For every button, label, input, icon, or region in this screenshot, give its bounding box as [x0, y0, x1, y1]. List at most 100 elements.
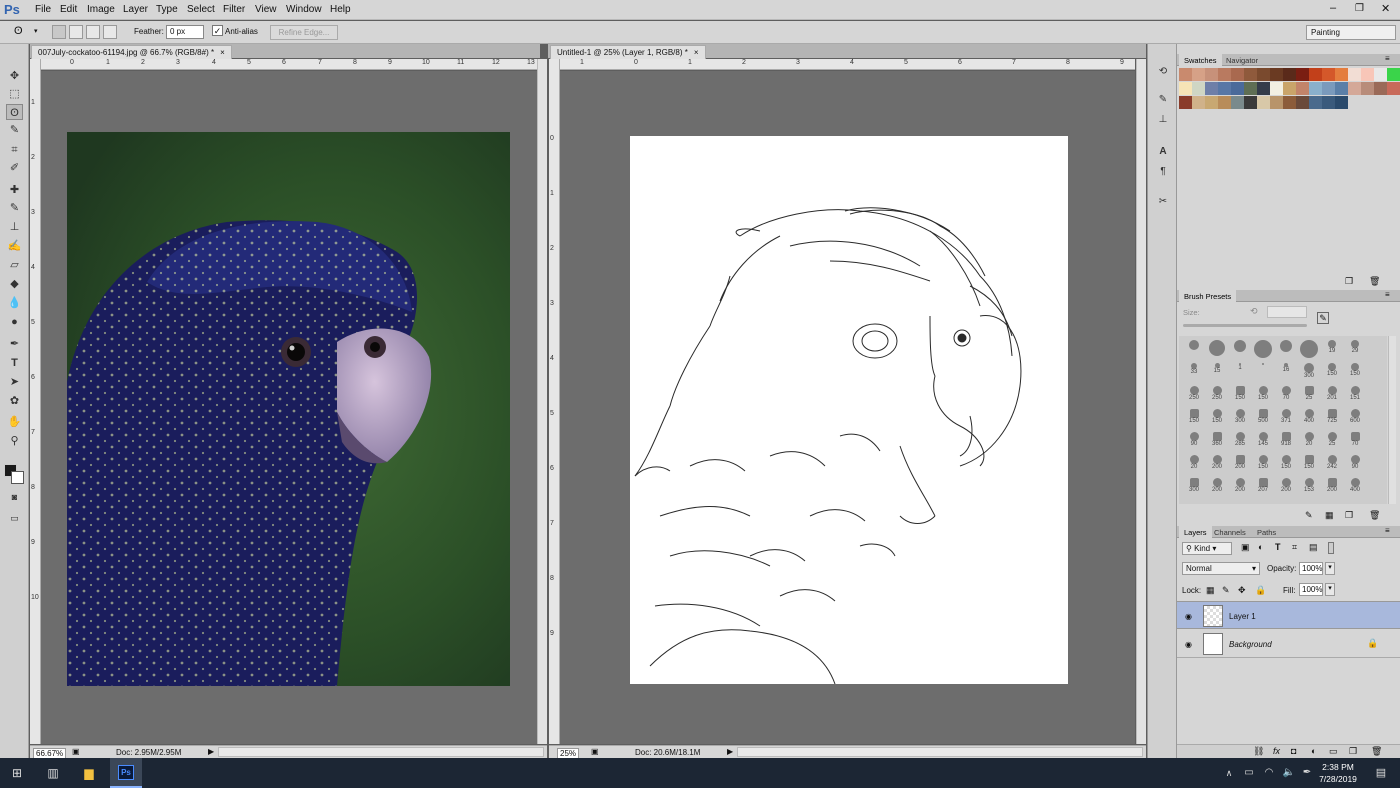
lasso-tool-icon[interactable]: ʘ	[6, 104, 23, 120]
color-swatch[interactable]	[1348, 82, 1361, 95]
color-swatch[interactable]	[1179, 68, 1192, 81]
brush-preset[interactable]: 371	[1275, 408, 1297, 431]
brush-preset[interactable]	[1229, 339, 1251, 362]
new-layer-icon[interactable]: ❐	[1349, 746, 1357, 757]
task-view-icon[interactable]: ▥	[44, 765, 62, 781]
quick-select-tool-icon[interactable]: ✎	[6, 122, 23, 138]
brush-preset[interactable]: 33	[1183, 362, 1205, 385]
lock-transparent-icon[interactable]: ▦	[1206, 585, 1215, 596]
color-swatch[interactable]	[1309, 68, 1322, 81]
clone-stamp-icon[interactable]: ⊥	[6, 219, 23, 235]
cockatoo-photo[interactable]	[67, 132, 510, 686]
doc1-horizontal-scrollbar[interactable]	[218, 747, 544, 757]
brush-preset[interactable]: 150	[1252, 385, 1274, 408]
opacity-input[interactable]: 100%	[1299, 562, 1323, 575]
brush-preset[interactable]	[1252, 339, 1274, 362]
brush-preset[interactable]: 600	[1344, 408, 1366, 431]
panel-menu-icon[interactable]: ≡	[1385, 290, 1390, 299]
battery-icon[interactable]: ▭	[1240, 765, 1258, 781]
brush-preset[interactable]: 150	[1298, 454, 1320, 477]
color-swatch[interactable]	[1270, 82, 1283, 95]
tab-layers[interactable]: Layers	[1179, 526, 1212, 538]
brush-grid-icon[interactable]: ▦	[1325, 510, 1334, 521]
fill-input[interactable]: 100%	[1299, 583, 1323, 596]
adjustment-layer-icon[interactable]: ◐	[1311, 746, 1316, 756]
history-brush-icon[interactable]: ✍	[6, 238, 23, 254]
color-swatch[interactable]	[1335, 96, 1348, 109]
new-swatch-icon[interactable]: ❐	[1345, 276, 1353, 287]
filter-adjustment-icon[interactable]: ◐	[1258, 542, 1263, 552]
brush-preset[interactable]	[1252, 362, 1274, 385]
tab-paths[interactable]: Paths	[1252, 526, 1281, 538]
brush-preset[interactable]	[1298, 339, 1320, 362]
fill-dropdown-icon[interactable]: ▾	[1325, 583, 1335, 596]
brush-preset[interactable]: 150	[1252, 454, 1274, 477]
menu-select[interactable]: Select	[187, 4, 215, 15]
menu-file[interactable]: File	[35, 4, 51, 15]
color-swatch[interactable]	[1218, 68, 1231, 81]
color-swatch[interactable]	[1257, 82, 1270, 95]
color-swatch[interactable]	[1361, 82, 1374, 95]
brush-preset[interactable]: 207	[1252, 477, 1274, 500]
color-swatch[interactable]	[1348, 68, 1361, 81]
color-swatch[interactable]	[1231, 96, 1244, 109]
tab-channels[interactable]: Channels	[1209, 526, 1251, 538]
brush-preset-scrollbar[interactable]	[1388, 336, 1396, 504]
color-swatch[interactable]	[1309, 82, 1322, 95]
brush-preset[interactable]: 300	[1229, 408, 1251, 431]
new-group-icon[interactable]: ▭	[1329, 746, 1338, 757]
lock-position-icon[interactable]: ✥	[1238, 585, 1246, 596]
color-swatch[interactable]	[1270, 68, 1283, 81]
color-swatch[interactable]	[1296, 82, 1309, 95]
screen-mode-icon[interactable]: ▭	[6, 510, 23, 526]
doc1-status-arrow-icon[interactable]: ▶	[208, 747, 214, 756]
brush-preset[interactable]: 360	[1206, 431, 1228, 454]
color-swatch[interactable]	[1296, 96, 1309, 109]
brush-preset[interactable]: 1	[1229, 362, 1251, 385]
brush-preset[interactable]: 20	[1298, 431, 1320, 454]
chevron-down-icon[interactable]: ▾	[34, 27, 38, 35]
brush-preset[interactable]: 242	[1321, 454, 1343, 477]
brush-preset[interactable]: 153	[1298, 477, 1320, 500]
panel-menu-icon[interactable]: ≡	[1385, 54, 1390, 63]
brush-preset[interactable]: 150	[1321, 362, 1343, 385]
brush-preset[interactable]: 25	[1321, 431, 1343, 454]
brush-preset[interactable]: 200	[1206, 477, 1228, 500]
brush-preset[interactable]: 725	[1321, 408, 1343, 431]
color-swatch[interactable]	[1205, 96, 1218, 109]
color-swatch[interactable]	[1335, 68, 1348, 81]
color-swatch[interactable]	[1244, 96, 1257, 109]
color-swatch[interactable]	[1179, 82, 1192, 95]
color-swatch[interactable]	[1283, 68, 1296, 81]
brush-preset[interactable]: 200	[1229, 477, 1251, 500]
new-brush-icon[interactable]: ❐	[1345, 510, 1353, 521]
history-panel-icon[interactable]: ⟲	[1154, 64, 1172, 80]
photoshop-taskbar-button[interactable]: Ps	[110, 758, 142, 788]
close-window-icon[interactable]: ✕	[1381, 2, 1390, 15]
filter-type-icon[interactable]: T	[1275, 542, 1281, 552]
dodge-tool-icon[interactable]: ●	[6, 314, 23, 330]
clone-source-icon[interactable]: ⊥	[1154, 112, 1172, 128]
blend-mode-select[interactable]: Normal ▾	[1182, 562, 1260, 575]
brush-tool-icon[interactable]: ✎	[6, 200, 23, 216]
brush-preset[interactable]: 201	[1321, 385, 1343, 408]
layer-row-background[interactable]: ◉ Background 🔒	[1177, 630, 1400, 658]
menu-help[interactable]: Help	[330, 4, 351, 15]
menu-layer[interactable]: Layer	[123, 4, 148, 15]
tab-brush-presets[interactable]: Brush Presets	[1179, 290, 1237, 302]
crop-tool-icon[interactable]: ⌗	[6, 142, 23, 158]
move-tool-icon[interactable]: ✥	[6, 68, 23, 84]
eye-icon[interactable]: ◉	[1185, 612, 1192, 621]
brush-panel-icon[interactable]: ✎	[1154, 92, 1172, 108]
color-swatch[interactable]	[1335, 82, 1348, 95]
brush-preset[interactable]: 200	[1321, 477, 1343, 500]
color-swatch[interactable]	[1205, 82, 1218, 95]
color-swatch[interactable]	[1387, 82, 1400, 95]
lock-all-icon[interactable]: 🔒	[1255, 585, 1266, 596]
brush-preset[interactable]: 150	[1183, 408, 1205, 431]
eraser-tool-icon[interactable]: ▱	[6, 257, 23, 273]
brush-preset[interactable]: 15	[1206, 362, 1228, 385]
filter-toggle-icon[interactable]	[1328, 542, 1334, 554]
color-swatch[interactable]	[1322, 68, 1335, 81]
maximize-icon[interactable]: ❐	[1355, 3, 1364, 14]
